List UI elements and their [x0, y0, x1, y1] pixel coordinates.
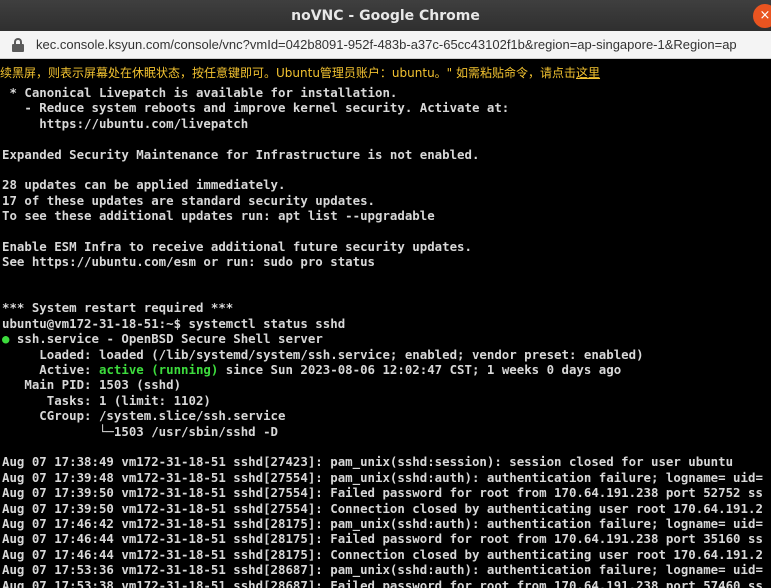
- log-line: Aug 07 17:53:38 vm172-31-18-51 sshd[2868…: [2, 577, 763, 588]
- service-detail-lines: Main PID: 1503 (sshd) Tasks: 1 (limit: 1…: [2, 377, 771, 454]
- log-line: Aug 07 17:46:42 vm172-31-18-51 sshd[2817…: [2, 515, 763, 531]
- terminal-line: Loaded: loaded (/lib/systemd/system/ssh.…: [2, 346, 644, 362]
- terminal-line: Enable ESM Infra to receive additional f…: [2, 238, 472, 254]
- terminal-line: Expanded Security Maintenance for Infras…: [2, 146, 480, 162]
- log-line: Aug 07 17:38:49 vm172-31-18-51 sshd[2742…: [2, 454, 734, 470]
- terminal-line: - Reduce system reboots and improve kern…: [2, 100, 510, 116]
- banner-message: 续黑屏，则表示屏幕处在休眠状态，按任意键即可。Ubuntu管理员账户：ubunt…: [0, 65, 577, 80]
- active-state: active (running): [98, 362, 219, 378]
- address-url[interactable]: kec.console.ksyun.com/console/vnc?vmId=0…: [36, 37, 737, 52]
- browser-window: noVNC - Google Chrome × kec.console.ksyu…: [0, 0, 771, 588]
- paste-command-link[interactable]: 这里: [576, 64, 600, 81]
- log-line: Aug 07 17:39:50 vm172-31-18-51 sshd[2755…: [2, 500, 763, 516]
- terminal-line: └─1503 /usr/sbin/sshd -D: [2, 423, 279, 439]
- address-bar[interactable]: kec.console.ksyun.com/console/vnc?vmId=0…: [0, 31, 771, 59]
- terminal-line: See https://ubuntu.com/esm or run: sudo …: [2, 254, 375, 270]
- active-label: Active:: [2, 362, 99, 378]
- service-header-text: ssh.service - OpenBSD Secure Shell serve…: [9, 331, 323, 347]
- service-loaded-lines: Loaded: loaded (/lib/systemd/system/ssh.…: [2, 347, 771, 362]
- log-line: Aug 07 17:39:50 vm172-31-18-51 sshd[2755…: [2, 485, 763, 501]
- terminal-line: To see these additional updates run: apt…: [2, 208, 435, 224]
- terminal-motd-lines: * Canonical Livepatch is available for i…: [2, 85, 771, 331]
- terminal-line: *** System restart required ***: [2, 300, 234, 316]
- terminal-line: Tasks: 1 (limit: 1102): [2, 392, 211, 408]
- service-header-line: ● ssh.service - OpenBSD Secure Shell ser…: [2, 331, 771, 346]
- vnc-terminal-screen[interactable]: * Canonical Livepatch is available for i…: [0, 85, 771, 588]
- terminal-line: Main PID: 1503 (sshd): [2, 377, 182, 393]
- window-title: noVNC - Google Chrome: [291, 7, 480, 24]
- journal-log-lines: Aug 07 17:38:49 vm172-31-18-51 sshd[2742…: [2, 454, 771, 588]
- terminal-line: * Canonical Livepatch is available for i…: [2, 85, 398, 100]
- log-line: Aug 07 17:53:36 vm172-31-18-51 sshd[2868…: [2, 562, 763, 578]
- terminal-line: ubuntu@vm172-31-18-51:~$ systemctl statu…: [2, 315, 346, 331]
- log-line: Aug 07 17:46:44 vm172-31-18-51 sshd[2817…: [2, 546, 763, 562]
- lock-icon[interactable]: [12, 37, 24, 52]
- service-active-line: Active: active (running) since Sun 2023-…: [2, 362, 771, 377]
- terminal-line: 28 updates can be applied immediately.: [2, 177, 286, 193]
- active-since: since Sun 2023-08-06 12:02:47 CST; 1 wee…: [218, 362, 622, 378]
- terminal-line: CGroup: /system.slice/ssh.service: [2, 408, 286, 424]
- terminal-line: 17 of these updates are standard securit…: [2, 192, 375, 208]
- window-titlebar[interactable]: noVNC - Google Chrome ×: [0, 0, 771, 31]
- log-line: Aug 07 17:46:44 vm172-31-18-51 sshd[2817…: [2, 531, 763, 547]
- close-window-button[interactable]: ×: [753, 4, 771, 28]
- terminal-line: https://ubuntu.com/livepatch: [2, 115, 249, 131]
- vnc-notice-banner: 续黑屏，则表示屏幕处在休眠状态，按任意键即可。Ubuntu管理员账户：ubunt…: [0, 59, 771, 85]
- log-line: Aug 07 17:39:48 vm172-31-18-51 sshd[2755…: [2, 469, 763, 485]
